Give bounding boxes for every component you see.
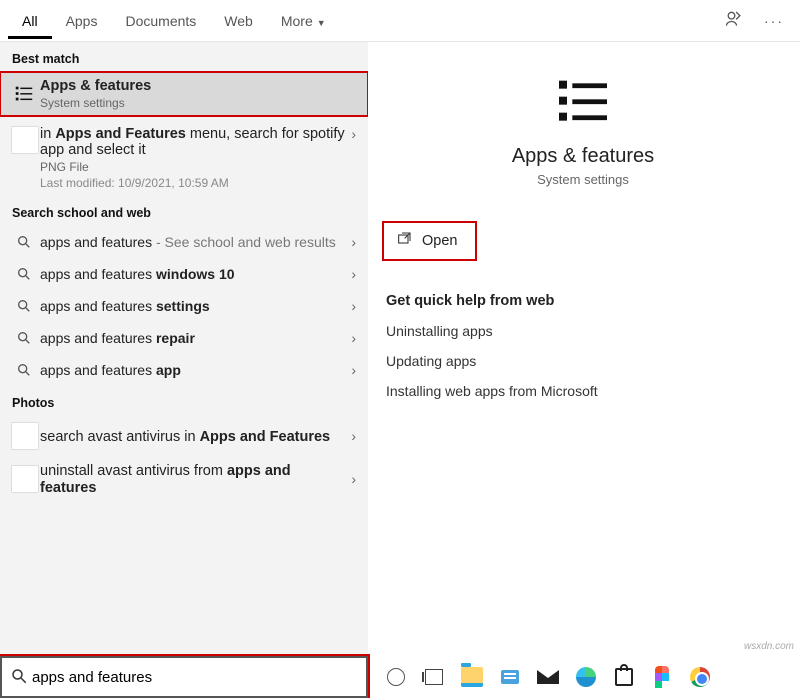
figma-icon[interactable] [648,663,676,691]
app-icon[interactable] [496,663,524,691]
chevron-right-icon: › [351,330,356,346]
file-thumbnail-icon [11,422,39,450]
quick-link-uninstalling[interactable]: Uninstalling apps [386,323,780,339]
tab-all[interactable]: All [8,2,52,39]
result-file-png[interactable]: in Apps and Features menu, search for sp… [0,116,368,196]
tab-more[interactable]: More▼ [267,2,340,39]
watermark: wsxdn.com [744,641,794,652]
chevron-right-icon: › [351,298,356,314]
file-thumbnail-icon [11,126,39,154]
search-icon [8,298,40,314]
file-title: in Apps and Features menu, search for sp… [40,126,345,158]
result-apps-and-features[interactable]: Apps & features System settings [0,72,368,116]
web-result-4[interactable]: apps and features app › [0,354,368,386]
cortana-icon[interactable] [382,663,410,691]
top-bar: All Apps Documents Web More▼ ··· [0,0,800,42]
search-icon [8,362,40,378]
feedback-icon[interactable] [724,9,744,32]
open-icon [396,231,412,251]
section-photos: Photos [0,386,368,416]
chevron-right-icon: › [351,126,356,142]
chrome-icon[interactable] [686,663,714,691]
tab-documents[interactable]: Documents [111,2,210,39]
web-result-3[interactable]: apps and features repair › [0,322,368,354]
store-icon[interactable] [610,663,638,691]
chevron-right-icon: › [351,266,356,282]
result-title: Apps & features [40,78,350,94]
more-options-icon[interactable]: ··· [764,13,784,29]
results-panel: Best match Apps & features System settin… [0,42,368,656]
web-result-2[interactable]: apps and features settings › [0,290,368,322]
quick-help-heading: Get quick help from web [386,293,780,309]
file-type: PNG File [40,160,345,174]
list-settings-icon [8,83,40,105]
search-icon [8,234,40,250]
section-best-match: Best match [0,42,368,72]
result-subtitle: System settings [40,96,350,110]
list-settings-icon [551,70,615,137]
quick-link-updating[interactable]: Updating apps [386,353,780,369]
filter-tabs: All Apps Documents Web More▼ [8,2,340,39]
search-input[interactable] [28,665,358,690]
search-icon [8,330,40,346]
mail-icon[interactable] [534,663,562,691]
taskbar [0,656,800,698]
chevron-right-icon: › [351,362,356,378]
file-modified: Last modified: 10/9/2021, 10:59 AM [40,176,345,190]
search-icon [10,667,28,688]
quick-link-installing-web[interactable]: Installing web apps from Microsoft [386,383,780,399]
tab-apps[interactable]: Apps [52,2,112,39]
tab-web[interactable]: Web [210,2,267,39]
web-result-1[interactable]: apps and features windows 10 › [0,258,368,290]
search-icon [8,266,40,282]
detail-subtitle: System settings [386,172,780,187]
open-label: Open [422,233,457,249]
chevron-right-icon: › [351,471,356,487]
photo-result-1[interactable]: uninstall avast antivirus from apps and … [0,456,368,502]
detail-panel: Apps & features System settings Open Get… [368,42,800,656]
task-view-icon[interactable] [420,663,448,691]
web-result-0[interactable]: apps and features - See school and web r… [0,226,368,258]
open-button[interactable]: Open [382,221,477,261]
section-school-web: Search school and web [0,196,368,226]
edge-icon[interactable] [572,663,600,691]
chevron-down-icon: ▼ [317,18,326,28]
chevron-right-icon: › [351,428,356,444]
file-thumbnail-icon [11,465,39,493]
detail-title: Apps & features [386,145,780,168]
photo-result-0[interactable]: search avast antivirus in Apps and Featu… [0,416,368,456]
search-box[interactable] [0,656,368,698]
chevron-right-icon: › [351,234,356,250]
file-explorer-icon[interactable] [458,663,486,691]
